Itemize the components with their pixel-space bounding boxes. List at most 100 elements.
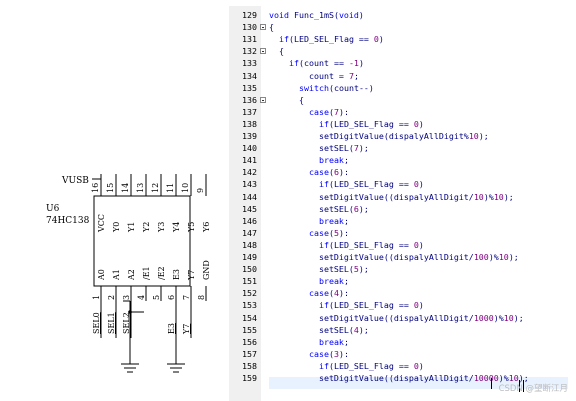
line-number: 132 (242, 46, 257, 57)
pin-8: 8 GND (197, 260, 211, 301)
line-number: 150 (242, 264, 257, 275)
ground-symbol (167, 363, 185, 373)
code-line[interactable]: break; (269, 154, 349, 166)
code-line[interactable]: setDigitValue((dispalyAllDigit/1000)%10)… (269, 312, 524, 324)
line-number-gutter: 129 130 131 132 133 134 135 136 137 138 139 140 141 1… (229, 6, 261, 401)
net-label: E3 (167, 323, 176, 334)
pin-number: 12 (151, 183, 160, 193)
pin-6: 6 E3 E3 (167, 269, 181, 338)
line-number: 141 (242, 155, 257, 166)
line-number: 145 (242, 203, 257, 214)
pin-number: 8 (197, 295, 206, 300)
code-line[interactable]: setSEL(4); (269, 324, 369, 336)
pin-5: 5/E2 (152, 266, 166, 301)
bottom-pins: 1A0SEL02A1SEL13A2SEL24/E15/E26E3E37Y7Y78… (92, 260, 211, 338)
code-line[interactable]: case(3): (269, 348, 349, 360)
line-number: 134 (242, 70, 257, 81)
pin-name: A1 (112, 269, 121, 281)
text-caret (491, 378, 492, 389)
pin-number: 3 (122, 295, 131, 300)
pin-name: Y1 (127, 222, 136, 233)
code-line[interactable]: setDigitValue((dispalyAllDigit/10)%10); (269, 191, 514, 203)
pin-name: GND (202, 260, 211, 280)
line-number: 140 (242, 143, 257, 154)
pin-11: 11 Y4 (166, 174, 181, 233)
code-line[interactable]: if(LED_SEL_Flag == 0) (269, 33, 384, 45)
pin-number: 13 (136, 183, 145, 193)
line-number: 158 (242, 360, 257, 371)
code-line[interactable]: case(6): (269, 166, 349, 178)
code-line[interactable]: if(LED_SEL_Flag == 0) (269, 239, 424, 251)
code-line[interactable]: case(7): (269, 106, 349, 118)
code-line[interactable]: break; (269, 336, 349, 348)
pin-name: Y4 (172, 222, 181, 233)
pin-name: Y6 (202, 222, 211, 233)
code-line[interactable]: break; (269, 275, 349, 287)
code-line[interactable]: { (269, 94, 304, 106)
code-editor[interactable]: 129 130 131 132 133 134 135 136 137 138 139 140 141 1… (229, 6, 568, 401)
pin-name: Y2 (142, 222, 151, 233)
chip-part: 74HC138 (46, 216, 90, 226)
code-line[interactable]: void Func_1mS(void) (269, 9, 364, 21)
code-line[interactable]: setDigitValue(dispalyAllDigit%10); (269, 130, 489, 142)
code-line[interactable]: if(count == -1) (269, 57, 364, 69)
line-number: 153 (242, 300, 257, 311)
pin-name: Y0 (112, 222, 121, 233)
code-line[interactable]: switch(count--) (269, 82, 374, 94)
pin-name: /E2 (157, 266, 166, 280)
pin-4: 4/E1 (137, 266, 151, 301)
schematic-74hc138: VUSB U6 74HC138 16VCC15Y014Y113Y212Y311Y… (46, 174, 211, 373)
pin-14: 14 Y1 (121, 174, 136, 233)
net-label: SEL0 (92, 312, 101, 334)
pin-3: 3A2SEL2 (122, 269, 136, 338)
code-line[interactable]: if(LED_SEL_Flag == 0) (269, 299, 424, 311)
line-number: 147 (242, 227, 257, 238)
pin-number: 2 (107, 295, 116, 300)
code-line[interactable]: case(4): (269, 287, 349, 299)
fold-toggle-icon[interactable] (260, 96, 266, 103)
line-number: 131 (242, 34, 257, 45)
pin-name: Y7 (187, 270, 196, 281)
line-number: 135 (242, 82, 257, 93)
pin-number: 10 (181, 183, 190, 193)
pin-2: 2 A1 SEL1 (107, 269, 121, 338)
pin-number: 16 (91, 183, 100, 193)
ground-symbol (121, 363, 139, 373)
line-number: 148 (242, 239, 257, 250)
code-line[interactable]: if(LED_SEL_Flag == 0) (269, 118, 424, 130)
pin-9: 9 Y6 (196, 174, 211, 233)
pin-name: E3 (172, 269, 181, 280)
vcc-net-label: VUSB (61, 176, 89, 186)
pin-name: /E1 (142, 266, 151, 280)
net-label: SEL1 (107, 312, 116, 334)
code-line[interactable]: if(LED_SEL_Flag == 0) (269, 360, 424, 372)
watermark: CSDN @望断江月 (498, 384, 568, 394)
line-number: 143 (242, 179, 257, 190)
pin-12: 12 Y3 (151, 174, 166, 233)
code-line[interactable]: setDigitValue((dispalyAllDigit/100)%10); (269, 251, 519, 263)
code-line[interactable]: count = 7; (269, 70, 359, 82)
code-line[interactable]: case(5): (269, 227, 349, 239)
code-line[interactable]: setSEL(7); (269, 142, 369, 154)
code-line[interactable]: if(LED_SEL_Flag == 0) (269, 178, 424, 190)
code-line[interactable]: { (269, 45, 284, 57)
fold-toggle-icon[interactable] (260, 24, 266, 31)
pin-number: 15 (106, 183, 115, 193)
pin-number: 1 (92, 295, 101, 300)
pin-number: 11 (166, 183, 175, 193)
code-line[interactable]: { (269, 21, 274, 33)
pin-13: 13 Y2 (136, 174, 151, 233)
line-number: 138 (242, 118, 257, 129)
line-number: 146 (242, 215, 257, 226)
code-line[interactable]: setSEL(5); (269, 263, 369, 275)
pin-number: 14 (121, 183, 130, 193)
pin-number: 9 (196, 188, 205, 193)
code-line[interactable]: break; (269, 215, 349, 227)
fold-margin (260, 6, 269, 401)
fold-toggle-icon[interactable] (260, 48, 266, 55)
line-number: 139 (242, 131, 257, 141)
pin-name: A2 (127, 269, 136, 281)
pin-number: 4 (137, 295, 146, 300)
code-line[interactable]: setDigitValue((dispalyAllDigit/10000)%10… (269, 372, 529, 384)
code-line[interactable]: setSEL(6); (269, 203, 369, 215)
